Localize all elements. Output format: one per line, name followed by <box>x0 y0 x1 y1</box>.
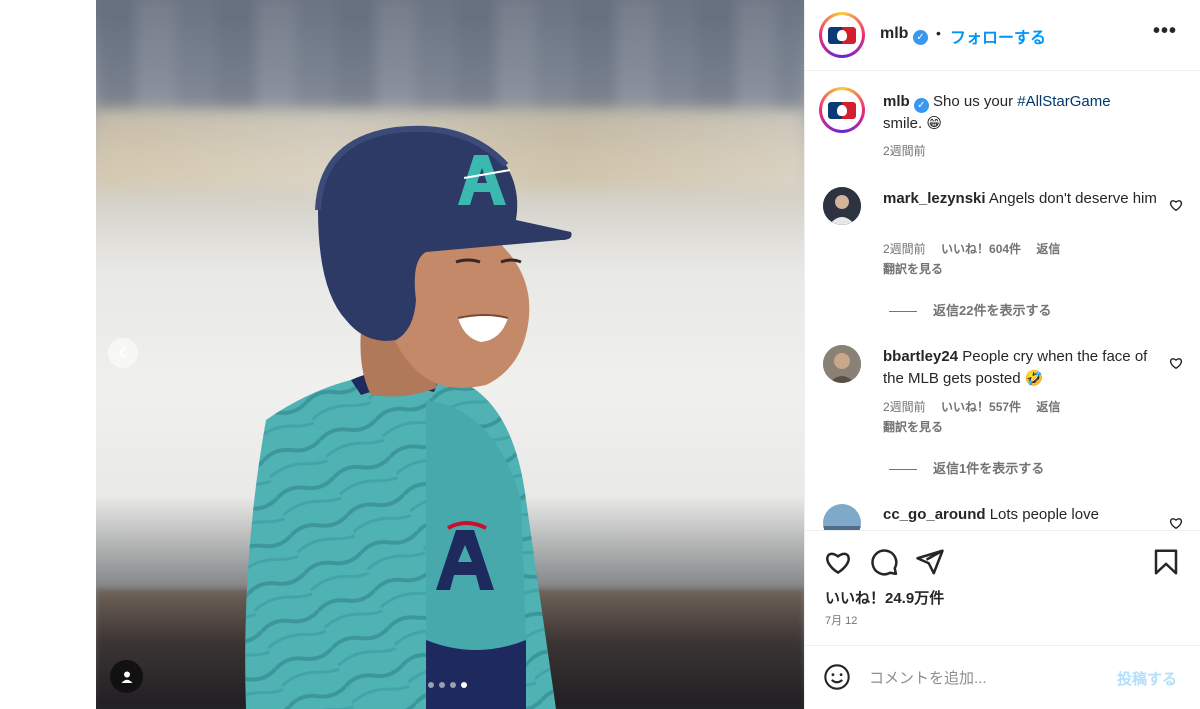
caption-body-2: smile. 😁 <box>883 115 942 132</box>
post-header: mlb ✓ • フォローする ••• <box>805 0 1200 71</box>
chevron-left-icon[interactable] <box>108 338 138 368</box>
reply-button[interactable]: 返信 <box>1036 242 1060 256</box>
translate-link[interactable]: 翻訳を見る <box>883 418 943 435</box>
post-date: 7月 12 <box>825 615 858 627</box>
avatar[interactable] <box>819 87 865 133</box>
mlb-logo <box>828 26 856 44</box>
caption-body: Sho us your <box>933 93 1018 110</box>
post-actions: いいね！24.9万件 7月 12 <box>805 530 1200 640</box>
comment-input[interactable] <box>869 666 1099 690</box>
avatar[interactable] <box>819 12 865 58</box>
heart-icon[interactable] <box>1169 356 1183 370</box>
header-username[interactable]: mlb ✓ <box>880 25 928 45</box>
avatar[interactable] <box>823 345 861 383</box>
verified-badge-icon: ✓ <box>912 30 928 45</box>
carousel-indicator <box>428 682 467 688</box>
comment-composer: 投稿する <box>805 645 1200 709</box>
post-media[interactable] <box>96 0 804 709</box>
instagram-post-view: mlb ✓ • フォローする ••• mlb ✓ Sho us your #Al… <box>0 0 1200 709</box>
comment-likes[interactable]: いいね！557件 <box>941 400 1021 414</box>
emoji-icon[interactable] <box>823 663 851 691</box>
carousel-dot <box>450 682 456 688</box>
bookmark-icon[interactable] <box>1151 547 1181 577</box>
comment-username[interactable]: bbartley24 <box>883 348 958 365</box>
comment-username[interactable]: cc_go_around <box>883 506 986 523</box>
caption-username[interactable]: mlb <box>883 93 910 110</box>
comment-text: bbartley24 People cry when the face of t… <box>883 346 1161 390</box>
heart-icon[interactable] <box>823 547 853 577</box>
reply-button[interactable]: 返信 <box>1036 400 1060 414</box>
likes-count[interactable]: いいね！24.9万件 <box>825 587 944 608</box>
view-replies-button[interactable]: 返信22件を表示する <box>889 300 1051 319</box>
hashtag-link[interactable]: #AllStarGame <box>1017 93 1110 110</box>
carousel-dot-active <box>461 682 467 688</box>
carousel-dot <box>428 682 434 688</box>
avatar[interactable] <box>823 187 861 225</box>
comment-likes[interactable]: いいね！604件 <box>941 242 1021 256</box>
mlb-logo <box>828 101 856 119</box>
comment-text: mark_lezynski Angels don't deserve him <box>883 188 1161 210</box>
comment-meta: 2週間前 いいね！604件 返信 <box>883 240 1060 257</box>
comment-text: cc_go_around Lots people love <box>883 504 1161 526</box>
comment-username[interactable]: mark_lezynski <box>883 190 986 207</box>
carousel-dot <box>439 682 445 688</box>
avatar[interactable] <box>823 504 861 530</box>
heart-icon[interactable] <box>1169 198 1183 212</box>
comments-list[interactable]: mlb ✓ Sho us your #AllStarGame smile. 😁 … <box>805 72 1200 530</box>
heart-icon[interactable] <box>1169 516 1183 530</box>
caption-time: 2週間前 <box>883 144 926 158</box>
send-icon[interactable] <box>915 547 945 577</box>
more-options-icon[interactable]: ••• <box>1153 20 1177 43</box>
post-side-panel: mlb ✓ • フォローする ••• mlb ✓ Sho us your #Al… <box>804 0 1200 709</box>
player-photo <box>245 125 572 709</box>
comment-body: Lots people love <box>989 506 1099 523</box>
follow-button[interactable]: フォローする <box>950 24 1046 48</box>
post-comment-button[interactable]: 投稿する <box>1117 668 1177 689</box>
user-tag-icon[interactable] <box>110 660 143 693</box>
comment-meta: 2週間前 いいね！557件 返信 <box>883 398 1060 415</box>
view-replies-button[interactable]: 返信1件を表示する <box>889 458 1044 477</box>
comment-time: 2週間前 <box>883 400 926 414</box>
comment-body: Angels don't deserve him <box>988 190 1157 207</box>
comment-time: 2週間前 <box>883 242 926 256</box>
comment-icon[interactable] <box>869 547 899 577</box>
verified-badge-icon: ✓ <box>913 98 929 113</box>
header-separator: • <box>936 25 941 41</box>
caption-text: mlb ✓ Sho us your #AllStarGame smile. 😁 <box>883 91 1161 135</box>
translate-link[interactable]: 翻訳を見る <box>883 260 943 277</box>
